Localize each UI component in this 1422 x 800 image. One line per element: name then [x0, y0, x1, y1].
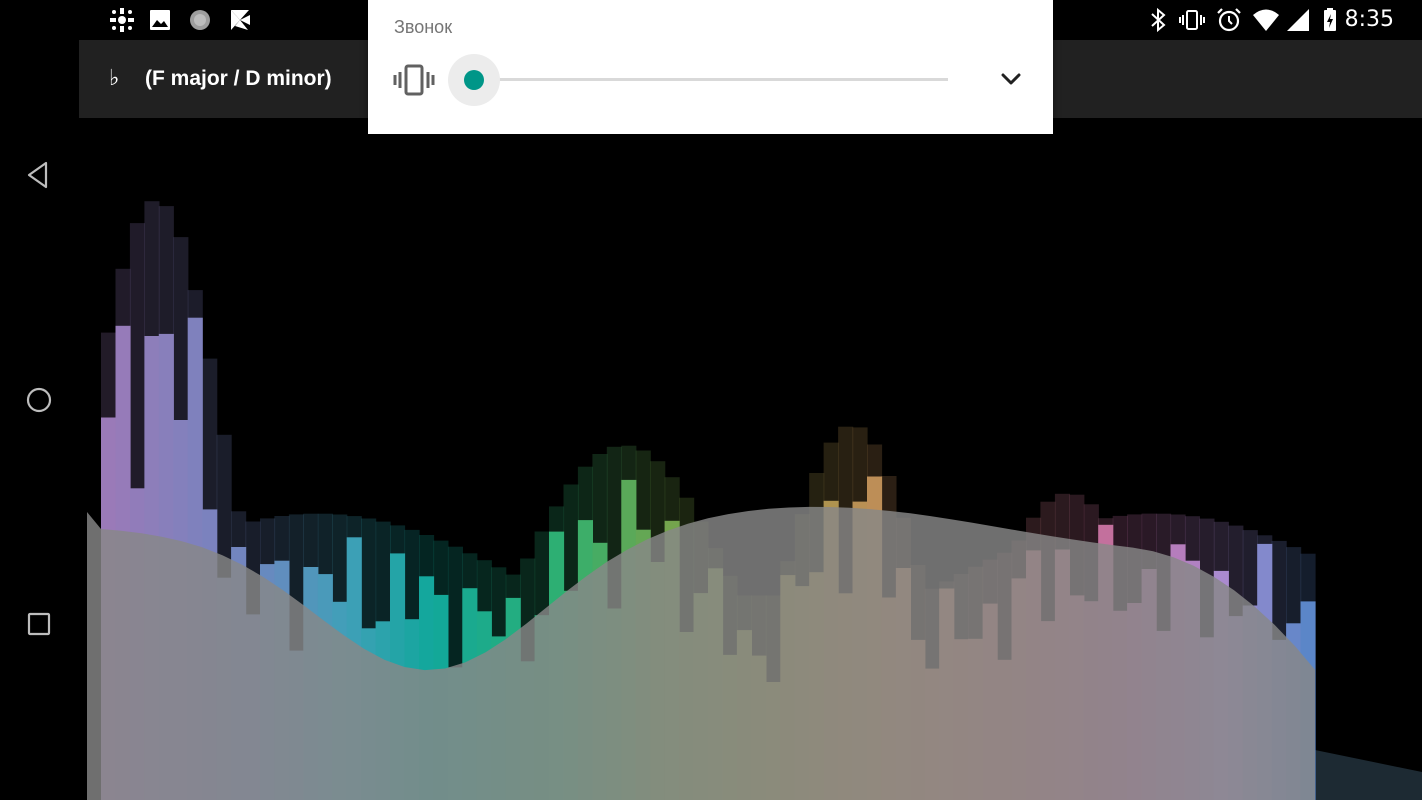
- game-controller-icon: [108, 6, 136, 34]
- home-icon[interactable]: [22, 383, 56, 417]
- volume-stream-title: Звонок: [394, 17, 453, 37]
- volume-panel: Звонок: [368, 0, 1053, 134]
- spectrum-tail: [1315, 750, 1422, 800]
- vibrate-icon[interactable]: [392, 62, 436, 98]
- signal-icon: [1284, 6, 1312, 34]
- recents-icon[interactable]: [22, 607, 56, 641]
- volume-slider-thumb[interactable]: [464, 70, 484, 90]
- flat-symbol: ♭: [109, 66, 120, 91]
- volume-slider-track[interactable]: [474, 78, 948, 81]
- spectrum-visualization: [87, 201, 1422, 800]
- chevron-down-icon[interactable]: [994, 62, 1028, 96]
- play-store-icon: [226, 6, 254, 34]
- clock: 8:35: [1344, 7, 1394, 32]
- key-signature-label: (F major / D minor): [145, 67, 332, 90]
- battery-icon: [1316, 6, 1344, 34]
- back-icon[interactable]: [22, 158, 56, 192]
- bluetooth-icon: [1144, 6, 1172, 34]
- alarm-icon: [1215, 6, 1243, 34]
- vibrate-mode-icon: [1178, 6, 1206, 34]
- navigation-bar: [0, 40, 79, 800]
- image-icon: [146, 6, 174, 34]
- wifi-icon: [1252, 6, 1280, 34]
- circle-app-icon: [186, 6, 214, 34]
